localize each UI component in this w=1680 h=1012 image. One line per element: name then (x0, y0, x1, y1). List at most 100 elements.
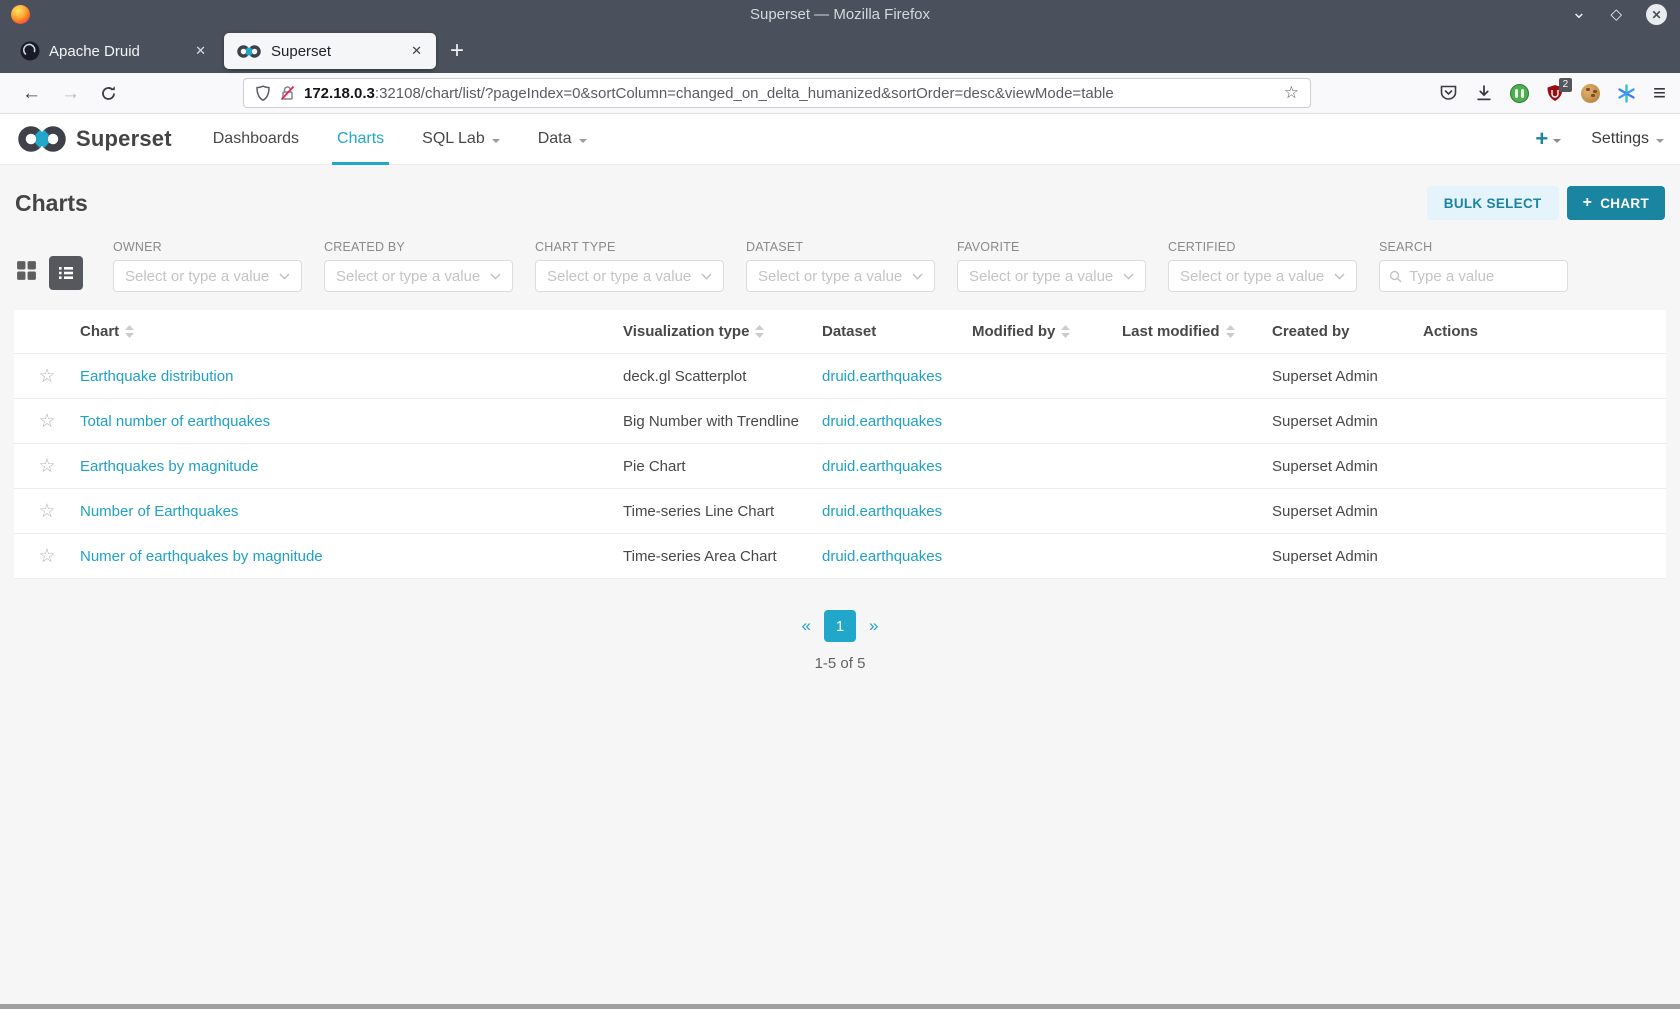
page-header: Charts BULK SELECT + CHART (0, 165, 1680, 240)
certified-select[interactable]: Select or type a value (1168, 260, 1357, 292)
search-icon (1389, 269, 1402, 284)
pagination: « 1 » (0, 610, 1680, 642)
window-controls: ⌄ ◇ ✕ (1571, 4, 1667, 25)
favorite-select[interactable]: Select or type a value (957, 260, 1146, 292)
column-header-last-modified[interactable]: Last modified (1122, 323, 1272, 340)
created-by-select[interactable]: Select or type a value (324, 260, 513, 292)
chevron-down-icon (279, 273, 290, 280)
insecure-lock-icon[interactable] (280, 85, 295, 101)
column-header-visualization-type[interactable]: Visualization type (623, 323, 822, 340)
bookmark-star-icon[interactable]: ☆ (1284, 83, 1299, 103)
menu-icon[interactable]: ≡ (1653, 82, 1666, 104)
favorite-star-icon[interactable]: ☆ (38, 412, 55, 431)
favorite-star-icon[interactable]: ☆ (38, 457, 55, 476)
chevron-down-icon (1123, 273, 1134, 280)
nav-item-sql-lab[interactable]: SQL Lab (403, 114, 519, 164)
favorite-star-icon[interactable]: ☆ (38, 367, 55, 386)
close-tab-icon[interactable]: ✕ (191, 41, 210, 61)
dataset-link[interactable]: druid.earthquakes (822, 368, 942, 385)
tracking-protection-shield-icon[interactable] (255, 85, 271, 102)
table-row: ☆ Numer of earthquakes by magnitude Time… (14, 534, 1666, 579)
nav-item-dashboards[interactable]: Dashboards (194, 114, 318, 164)
minimize-icon[interactable]: ⌄ (1571, 3, 1586, 21)
nav-item-charts[interactable]: Charts (318, 114, 403, 164)
owner-select[interactable]: Select or type a value (113, 260, 302, 292)
druid-icon (20, 41, 40, 61)
pagination-summary: 1-5 of 5 (0, 655, 1680, 672)
dataset-link[interactable]: druid.earthquakes (822, 503, 942, 520)
tab-label: Superset (271, 43, 398, 60)
back-icon[interactable]: ← (12, 84, 51, 103)
url-host: 172.18.0.3 (304, 85, 375, 102)
column-header-modified-by[interactable]: Modified by (972, 323, 1122, 340)
created-by-cell: Superset Admin (1272, 458, 1423, 475)
favorite-star-icon[interactable]: ☆ (38, 502, 55, 521)
chevron-down-icon (579, 139, 587, 143)
chart-link[interactable]: Total number of earthquakes (80, 413, 270, 430)
filter-search: SEARCH (1379, 240, 1568, 292)
toolbar-extension-icons: 2 ≡ (1439, 82, 1666, 104)
pocket-icon[interactable] (1439, 84, 1458, 102)
dataset-link[interactable]: druid.earthquakes (822, 548, 942, 565)
cookie-icon[interactable] (1581, 84, 1600, 103)
tab-superset[interactable]: Superset ✕ (224, 33, 436, 69)
filter-owner: OWNER Select or type a value (113, 240, 302, 292)
dataset-select[interactable]: Select or type a value (746, 260, 935, 292)
firefox-icon (11, 5, 30, 24)
brand-name: Superset (76, 126, 172, 152)
chart-link[interactable]: Numer of earthquakes by magnitude (80, 548, 323, 565)
settings-menu[interactable]: Settings (1591, 130, 1664, 148)
forward-icon[interactable]: → (51, 84, 90, 103)
column-header-chart[interactable]: Chart (80, 323, 623, 340)
ublock-icon[interactable]: 2 (1546, 84, 1564, 103)
chart-link[interactable]: Number of Earthquakes (80, 503, 238, 520)
previous-page-button[interactable]: « (802, 616, 811, 636)
titlebar: Superset — Mozilla Firefox ⌄ ◇ ✕ (0, 0, 1680, 29)
tab-apache-druid[interactable]: Apache Druid ✕ (8, 33, 220, 69)
add-new-button[interactable]: + (1535, 126, 1561, 152)
page-1-button[interactable]: 1 (824, 610, 856, 642)
filter-favorite: FAVORITE Select or type a value (957, 240, 1146, 292)
add-chart-button[interactable]: + CHART (1567, 186, 1665, 220)
chevron-down-icon (701, 273, 712, 280)
next-page-button[interactable]: » (869, 616, 878, 636)
filter-dataset: DATASET Select or type a value (746, 240, 935, 292)
chart-link[interactable]: Earthquake distribution (80, 368, 233, 385)
chevron-down-icon (1553, 139, 1561, 143)
superset-logo[interactable]: Superset (16, 114, 172, 164)
page-content: Charts BULK SELECT + CHART (0, 165, 1680, 1012)
column-header-dataset[interactable]: Dataset (822, 323, 972, 340)
chart-link[interactable]: Earthquakes by magnitude (80, 458, 258, 475)
url-bar[interactable]: 172.18.0.3:32108/chart/list/?pageIndex=0… (243, 78, 1311, 108)
list-view-icon[interactable] (49, 256, 83, 290)
chevron-down-icon (1334, 273, 1345, 280)
green-extension-icon[interactable] (1510, 84, 1529, 103)
page-title: Charts (15, 190, 88, 217)
download-icon[interactable] (1475, 84, 1493, 102)
nav-item-data[interactable]: Data (519, 114, 606, 164)
bulk-select-button[interactable]: BULK SELECT (1427, 186, 1559, 220)
close-tab-icon[interactable]: ✕ (407, 41, 426, 61)
maximize-icon[interactable]: ◇ (1610, 7, 1622, 22)
dataset-link[interactable]: druid.earthquakes (822, 413, 942, 430)
new-tab-button[interactable]: + (450, 39, 464, 63)
card-view-icon[interactable] (15, 259, 38, 287)
snowflake-extension-icon[interactable] (1617, 84, 1636, 103)
navbar-right: + Settings (1535, 114, 1664, 164)
ublock-badge: 2 (1559, 78, 1573, 92)
url-text: 172.18.0.3:32108/chart/list/?pageIndex=0… (304, 85, 1275, 102)
tab-bar: Apache Druid ✕ Superset ✕ + (0, 29, 1680, 73)
chart-type-select[interactable]: Select or type a value (535, 260, 724, 292)
superset-infinity-icon (16, 124, 68, 154)
charts-table: Chart Visualization type Dataset Modifie… (14, 310, 1666, 579)
table-header-row: Chart Visualization type Dataset Modifie… (14, 310, 1666, 354)
visualization-type-cell: Pie Chart (623, 458, 822, 475)
filter-bar: OWNER Select or type a value CREATED BY … (0, 240, 1680, 292)
dataset-link[interactable]: druid.earthquakes (822, 458, 942, 475)
close-window-icon[interactable]: ✕ (1646, 4, 1667, 25)
favorite-star-icon[interactable]: ☆ (38, 547, 55, 566)
table-row: ☆ Number of Earthquakes Time-series Line… (14, 489, 1666, 534)
reload-icon[interactable] (90, 85, 127, 102)
search-input[interactable] (1409, 268, 1558, 285)
sort-icon (1226, 325, 1235, 338)
